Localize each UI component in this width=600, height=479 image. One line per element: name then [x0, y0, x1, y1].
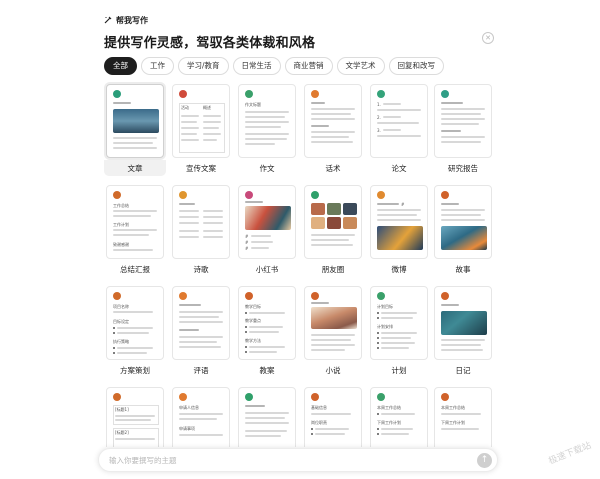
- close-icon[interactable]: ✕: [482, 32, 494, 44]
- tab-marketing[interactable]: 商业营销: [284, 57, 333, 75]
- card-row4-e[interactable]: 本周工作总结 下周工作计划: [370, 387, 428, 447]
- brand: 帮我写作: [104, 14, 496, 26]
- tab-literature-art[interactable]: 文学艺术: [336, 57, 385, 75]
- card-poetry[interactable]: 诗歌: [172, 185, 230, 274]
- camera-icon: [311, 191, 319, 199]
- card-row4-f[interactable]: 本周工作总结 下周工作计划: [434, 387, 492, 447]
- tab-work[interactable]: 工作: [141, 57, 174, 75]
- chart-icon: [441, 90, 449, 98]
- weibo-icon: [377, 191, 385, 199]
- story-book-icon: [441, 191, 449, 199]
- tab-reply-rewrite[interactable]: 回复和改写: [388, 57, 445, 75]
- template-icon: [113, 393, 121, 401]
- notice-icon: [245, 393, 253, 401]
- card-plan[interactable]: 计划目标 计划安排 计划: [370, 286, 428, 375]
- category-tabs: 全部 工作 学习/教育 日常生活 商业营销 文学艺术 回复和改写: [104, 57, 445, 75]
- brand-label: 帮我写作: [116, 15, 148, 25]
- card-comment[interactable]: 评语: [172, 286, 230, 375]
- card-diary[interactable]: 日记: [434, 286, 492, 375]
- card-research-report[interactable]: 研究报告: [434, 84, 492, 173]
- card-planning[interactable]: 项目名称 目标设定 执行策略 方案策划: [106, 286, 164, 375]
- card-row4-a[interactable]: [标题1] [标题2]: [106, 387, 164, 447]
- lesson-icon: [245, 292, 253, 300]
- card-row4-c[interactable]: [238, 387, 296, 447]
- header: 帮我写作 提供写作灵感，驾驭各类体裁和风格 ✕: [104, 14, 496, 51]
- application-icon: [179, 393, 187, 401]
- document-icon: [377, 90, 385, 98]
- target-icon: [113, 292, 121, 300]
- card-novel[interactable]: 小说: [304, 286, 362, 375]
- card-promo-copy[interactable]: 活动 概述 宣传文案: [172, 84, 230, 173]
- feather-icon: [179, 191, 187, 199]
- card-speech-script[interactable]: 话术: [304, 84, 362, 173]
- article-icon: [113, 90, 121, 98]
- card-label: 文章: [127, 164, 143, 173]
- send-arrow-icon[interactable]: ↑: [477, 453, 492, 468]
- topic-input-bar: ↑: [98, 448, 498, 472]
- card-moments[interactable]: 朋友圈: [304, 185, 362, 274]
- briefcase-icon: [113, 191, 121, 199]
- watermark: 极速下载站: [547, 440, 593, 467]
- card-row4-b[interactable]: 申请人信息 申请事项: [172, 387, 230, 447]
- novel-icon: [311, 292, 319, 300]
- megaphone-icon: [179, 90, 187, 98]
- card-summary-report[interactable]: 工作总结 工作计划 致谢感谢 总结汇报: [106, 185, 164, 274]
- template-grid: 文章 活动 概述 宣传文案 作文标题 作文 话术 1. 2. 3. 论文 研究报…: [104, 82, 492, 447]
- card-story[interactable]: 故事: [434, 185, 492, 274]
- card-composition[interactable]: 作文标题 作文: [238, 84, 296, 173]
- card-thesis[interactable]: 1. 2. 3. 论文: [370, 84, 428, 173]
- weekly-report-icon: [377, 393, 385, 401]
- card-row4-d[interactable]: 基础信息 岗位职责: [304, 387, 362, 447]
- topic-input[interactable]: [109, 449, 469, 471]
- tab-all[interactable]: 全部: [104, 57, 137, 75]
- card-article[interactable]: 文章: [104, 84, 166, 176]
- page-title: 提供写作灵感，驾驭各类体裁和风格: [104, 36, 316, 51]
- card-lesson-plan[interactable]: 教学目标 教学重点 教学方法 教案: [238, 286, 296, 375]
- tab-education[interactable]: 学习/教育: [178, 57, 229, 75]
- pencil-icon: [245, 90, 253, 98]
- card-weibo[interactable]: # 微博: [370, 185, 428, 274]
- resume-icon: [311, 393, 319, 401]
- comment-icon: [179, 292, 187, 300]
- chat-icon: [311, 90, 319, 98]
- work-summary-icon: [441, 393, 449, 401]
- diary-icon: [441, 292, 449, 300]
- book-icon: [245, 191, 253, 199]
- pen-sparkle-icon: [104, 16, 112, 24]
- tab-daily-life[interactable]: 日常生活: [232, 57, 281, 75]
- calendar-icon: [377, 292, 385, 300]
- card-xiaohongshu[interactable]: # # # 小红书: [238, 185, 296, 274]
